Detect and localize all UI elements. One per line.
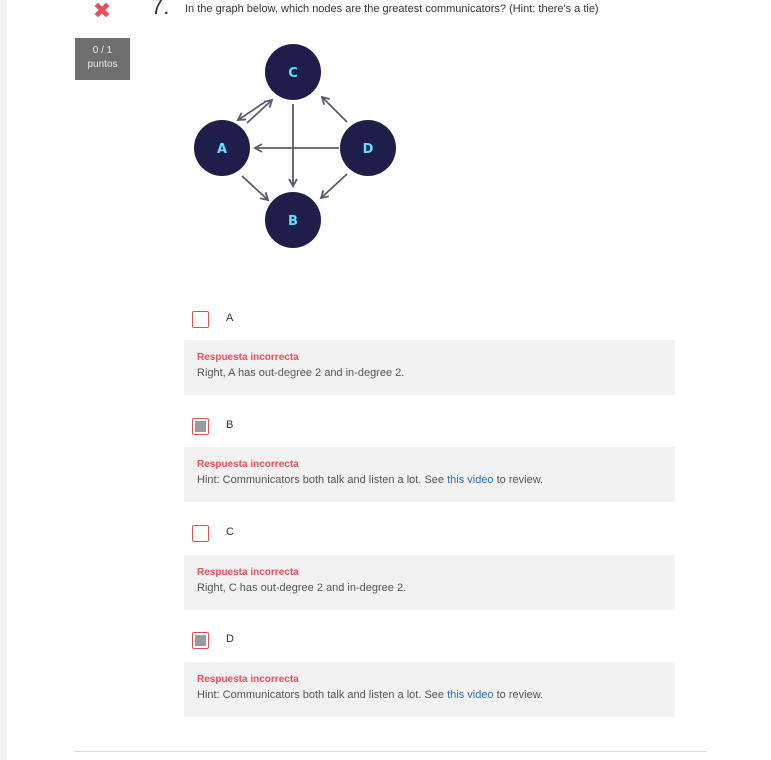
- feedback-b: Respuesta incorrecta Hint: Communicators…: [184, 447, 675, 502]
- video-link[interactable]: this video: [447, 689, 493, 701]
- question-text: In the graph below, which nodes are the …: [185, 3, 599, 15]
- graph-diagram: C A D B: [194, 44, 396, 248]
- option-c[interactable]: C: [192, 525, 672, 545]
- node-c: C: [265, 44, 321, 100]
- node-d: D: [340, 120, 396, 176]
- checkbox-a[interactable]: [192, 311, 209, 328]
- feedback-title: Respuesta incorrecta: [197, 459, 299, 470]
- feedback-title: Respuesta incorrecta: [197, 567, 299, 578]
- node-a: A: [194, 120, 250, 176]
- feedback-text: Hint: Communicators both talk and listen…: [197, 689, 544, 701]
- option-b[interactable]: B: [192, 418, 672, 438]
- checkbox-b[interactable]: [192, 418, 209, 435]
- score-badge: 0 / 1 puntos: [75, 38, 130, 80]
- edge-d-b: [319, 173, 348, 200]
- feedback-text: Right, C has out-degree 2 and in-degree …: [197, 582, 407, 594]
- video-link[interactable]: this video: [447, 474, 493, 486]
- feedback-title: Respuesta incorrecta: [197, 352, 299, 363]
- option-d[interactable]: D: [192, 632, 672, 652]
- feedback-title: Respuesta incorrecta: [197, 674, 299, 685]
- option-a[interactable]: A: [192, 311, 672, 331]
- option-label: D: [226, 633, 234, 645]
- graph-edges: [236, 95, 348, 202]
- x-icon: ✖: [92, 0, 112, 23]
- feedback-text: Right, A has out-degree 2 and in-degree …: [197, 367, 405, 379]
- score-value: 0 / 1: [92, 45, 113, 56]
- node-b: B: [265, 192, 321, 248]
- checkbox-d[interactable]: [192, 632, 209, 649]
- feedback-a: Respuesta incorrecta Right, A has out-de…: [184, 340, 675, 395]
- score-label: puntos: [87, 59, 118, 70]
- section-divider: [75, 751, 707, 752]
- edge-d-c: [320, 95, 348, 123]
- feedback-c: Respuesta incorrecta Right, C has out-de…: [184, 555, 675, 610]
- feedback-text: Hint: Communicators both talk and listen…: [197, 474, 544, 486]
- node-label: A: [217, 142, 227, 157]
- option-label: C: [226, 526, 234, 538]
- question-number: 7.: [151, 0, 170, 19]
- node-label: C: [288, 66, 298, 81]
- option-label: B: [226, 419, 234, 431]
- node-label: D: [363, 142, 374, 157]
- option-label: A: [226, 312, 234, 324]
- checkbox-c[interactable]: [192, 525, 209, 542]
- feedback-d: Respuesta incorrecta Hint: Communicators…: [184, 662, 675, 717]
- edge-a-b: [241, 175, 270, 202]
- node-label: B: [288, 214, 298, 229]
- left-rule: [0, 0, 7, 760]
